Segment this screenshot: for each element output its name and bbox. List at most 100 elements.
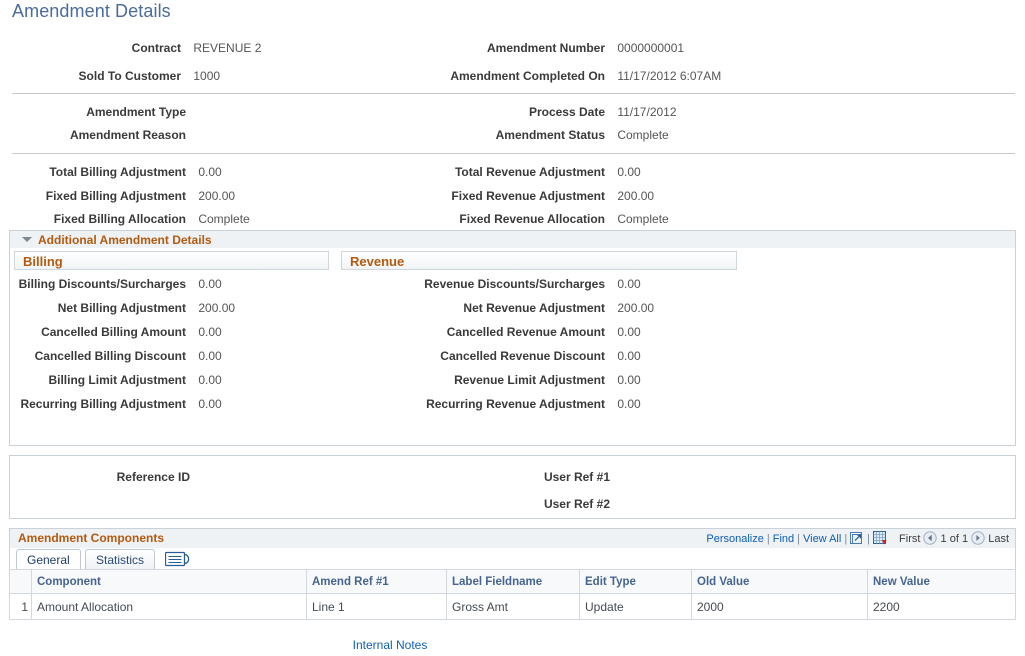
field-net-revenue-adjustment: Net Revenue Adjustment 200.00 [400, 301, 728, 315]
table-head: Component Amend Ref #1 Label Fieldname E… [10, 570, 1016, 594]
table-row: 1 Amount Allocation Line 1 Gross Amt Upd… [10, 594, 1016, 620]
cell-label-fieldname: Gross Amt [447, 594, 580, 620]
field-cancelled-revenue-amount: Cancelled Revenue Amount 0.00 [400, 325, 728, 339]
field-amendment-status-label: Amendment Status [430, 128, 605, 142]
field-billing-discounts-surcharges-value: 0.00 [189, 277, 309, 291]
field-net-billing-adjustment: Net Billing Adjustment 200.00 [0, 301, 309, 315]
field-amendment-number-value: 0000000001 [608, 41, 838, 55]
col-amend-ref-1[interactable]: Amend Ref #1 [307, 570, 447, 594]
field-billing-discounts-surcharges: Billing Discounts/Surcharges 0.00 [0, 277, 309, 291]
cell-component: Amount Allocation [32, 594, 307, 620]
field-recurring-revenue-adjustment-label: Recurring Revenue Adjustment [400, 397, 605, 411]
last-link[interactable]: Last [988, 533, 1009, 545]
revenue-group-header: Revenue [341, 251, 737, 270]
field-amendment-completed-on-value: 11/17/2012 6:07AM [608, 69, 838, 83]
field-amendment-number-label: Amendment Number [430, 41, 605, 55]
field-billing-discounts-surcharges-label: Billing Discounts/Surcharges [0, 277, 186, 291]
amendment-components-header: Amendment Components Personalize|Find|Vi… [9, 528, 1016, 548]
previous-page-icon[interactable] [923, 531, 937, 545]
col-label-fieldname[interactable]: Label Fieldname [447, 570, 580, 594]
table-body: 1 Amount Allocation Line 1 Gross Amt Upd… [10, 594, 1016, 620]
field-cancelled-revenue-amount-value: 0.00 [608, 325, 728, 339]
next-page-icon[interactable] [971, 531, 985, 545]
field-fixed-billing-adjustment-value: 200.00 [189, 189, 409, 203]
cell-amend-ref-1: Line 1 [307, 594, 447, 620]
field-cancelled-billing-amount: Cancelled Billing Amount 0.00 [0, 325, 309, 339]
tool-separator-1: | [764, 533, 773, 545]
internal-notes: Internal Notes [0, 638, 780, 652]
field-fixed-billing-allocation-value: Complete [189, 212, 409, 226]
field-net-billing-adjustment-value: 200.00 [189, 301, 309, 315]
field-total-billing-adjustment-label: Total Billing Adjustment [0, 165, 186, 179]
field-user-ref-1-label: User Ref #1 [400, 470, 610, 484]
first-link[interactable]: First [899, 533, 920, 545]
col-component[interactable]: Component [32, 570, 307, 594]
field-amendment-completed-on-label: Amendment Completed On [430, 69, 605, 83]
new-window-icon[interactable] [850, 531, 864, 545]
field-recurring-billing-adjustment-label: Recurring Billing Adjustment [0, 397, 186, 411]
grid-tabs: General Statistics [9, 548, 1016, 570]
field-amendment-reason: Amendment Reason [0, 128, 409, 142]
field-net-revenue-adjustment-value: 200.00 [608, 301, 728, 315]
view-all-link[interactable]: View All [803, 533, 841, 545]
field-total-billing-adjustment-value: 0.00 [189, 165, 409, 179]
field-fixed-revenue-adjustment: Fixed Revenue Adjustment 200.00 [430, 189, 838, 203]
divider-1 [12, 93, 1015, 94]
cell-new-value: 2200 [868, 594, 1016, 620]
tab-statistics[interactable]: Statistics [85, 549, 155, 570]
field-amendment-status: Amendment Status Complete [430, 128, 838, 142]
field-user-ref-2-label: User Ref #2 [400, 497, 610, 511]
grid-nav: First 1 of 1 Last [887, 533, 1009, 545]
field-total-revenue-adjustment-label: Total Revenue Adjustment [430, 165, 605, 179]
personalize-link[interactable]: Personalize [706, 533, 763, 545]
field-sold-to-customer: Sold To Customer 1000 [0, 69, 424, 83]
field-billing-limit-adjustment-value: 0.00 [189, 373, 309, 387]
tab-general-label: General [27, 553, 70, 567]
tab-general[interactable]: General [16, 549, 81, 570]
field-fixed-revenue-adjustment-label: Fixed Revenue Adjustment [430, 189, 605, 203]
additional-amendment-details-header[interactable]: Additional Amendment Details [9, 230, 1016, 248]
table-header-row: Component Amend Ref #1 Label Fieldname E… [10, 570, 1016, 594]
field-fixed-billing-adjustment-label: Fixed Billing Adjustment [0, 189, 186, 203]
field-fixed-revenue-allocation: Fixed Revenue Allocation Complete [430, 212, 838, 226]
grid-toolbar: Personalize|Find|View All||First 1 of 1 … [706, 531, 1009, 545]
col-old-value[interactable]: Old Value [692, 570, 868, 594]
field-amendment-type-label: Amendment Type [0, 105, 186, 119]
col-new-value[interactable]: New Value [868, 570, 1016, 594]
field-fixed-billing-adjustment: Fixed Billing Adjustment 200.00 [0, 189, 409, 203]
field-revenue-discounts-surcharges: Revenue Discounts/Surcharges 0.00 [400, 277, 728, 291]
field-total-billing-adjustment: Total Billing Adjustment 0.00 [0, 165, 409, 179]
triangle-down-icon[interactable] [22, 237, 32, 242]
field-cancelled-revenue-discount-label: Cancelled Revenue Discount [400, 349, 605, 363]
field-net-revenue-adjustment-label: Net Revenue Adjustment [400, 301, 605, 315]
field-user-ref-1: User Ref #1 [400, 470, 783, 484]
field-recurring-billing-adjustment: Recurring Billing Adjustment 0.00 [0, 397, 309, 411]
field-revenue-discounts-surcharges-value: 0.00 [608, 277, 728, 291]
amendment-components-title: Amendment Components [18, 531, 164, 545]
amendment-components-table: Component Amend Ref #1 Label Fieldname E… [9, 569, 1016, 620]
revenue-group-title: Revenue [350, 254, 404, 269]
field-process-date-label: Process Date [430, 105, 605, 119]
tab-statistics-label: Statistics [96, 553, 144, 567]
field-amendment-number: Amendment Number 0000000001 [430, 41, 838, 55]
page-counter: 1 of 1 [941, 533, 969, 545]
field-recurring-revenue-adjustment: Recurring Revenue Adjustment 0.00 [400, 397, 728, 411]
tool-separator-4: | [864, 533, 873, 545]
field-total-revenue-adjustment-value: 0.00 [608, 165, 838, 179]
find-link[interactable]: Find [773, 533, 794, 545]
field-revenue-limit-adjustment: Revenue Limit Adjustment 0.00 [400, 373, 728, 387]
field-cancelled-revenue-discount-value: 0.00 [608, 349, 728, 363]
field-contract: Contract REVENUE 2 [0, 41, 424, 55]
show-all-columns-icon[interactable] [162, 551, 196, 569]
billing-group-title: Billing [23, 254, 63, 269]
field-sold-to-customer-label: Sold To Customer [0, 69, 181, 83]
field-contract-value: REVENUE 2 [184, 41, 424, 55]
row-number: 1 [10, 594, 32, 620]
download-grid-icon[interactable] [873, 531, 887, 545]
col-edit-type[interactable]: Edit Type [580, 570, 692, 594]
field-fixed-revenue-allocation-value: Complete [608, 212, 838, 226]
internal-notes-link[interactable]: Internal Notes [353, 638, 428, 652]
field-revenue-limit-adjustment-label: Revenue Limit Adjustment [400, 373, 605, 387]
field-cancelled-billing-discount-label: Cancelled Billing Discount [0, 349, 186, 363]
field-sold-to-customer-value: 1000 [184, 69, 424, 83]
